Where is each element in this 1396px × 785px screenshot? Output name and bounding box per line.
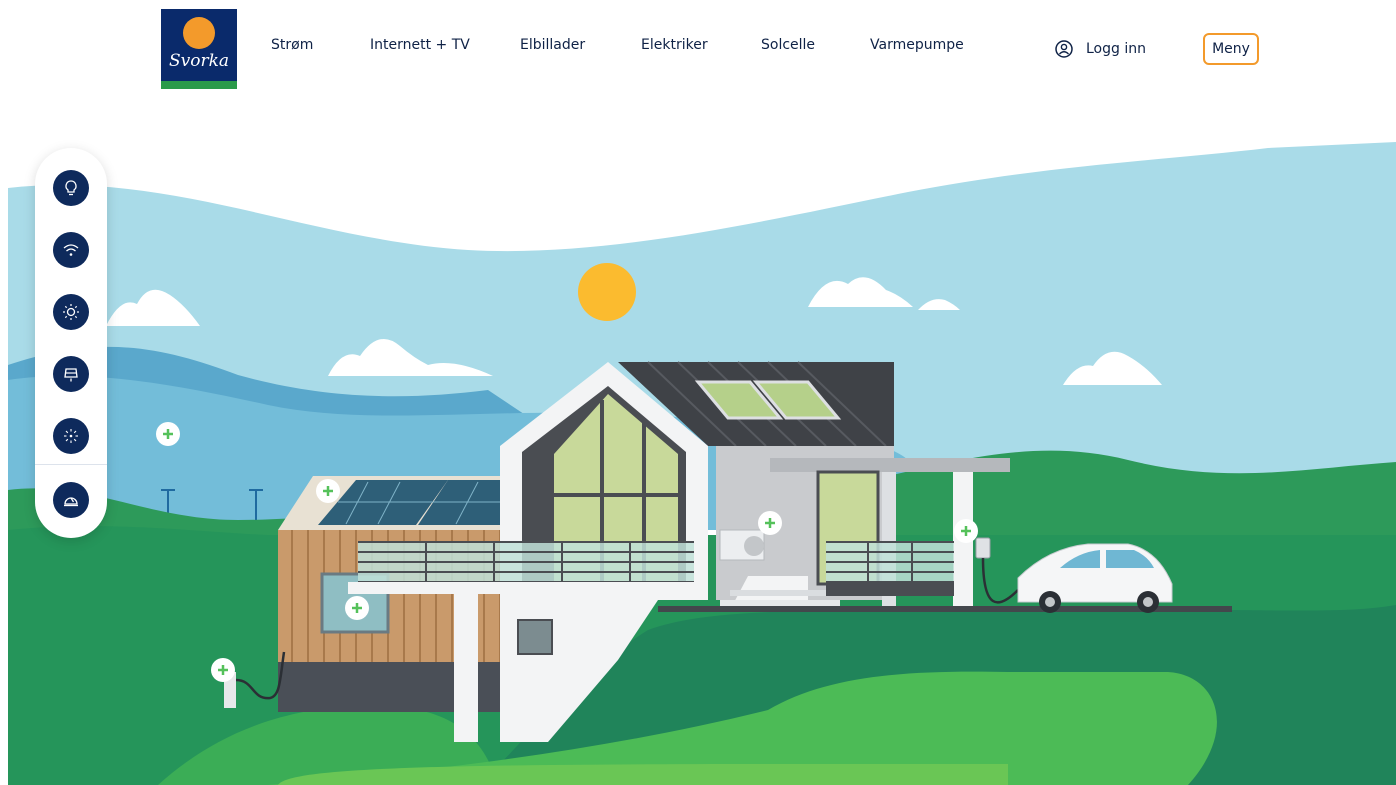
user-circle-icon	[1055, 40, 1073, 58]
login-label: Logg inn	[1086, 41, 1146, 57]
logo-green-stripe	[161, 81, 237, 89]
rail-button-strom[interactable]	[53, 170, 89, 206]
service-side-rail	[35, 148, 107, 538]
hotspot-plus-icon[interactable]	[156, 422, 180, 446]
hotspot-plus-icon[interactable]	[954, 519, 978, 543]
nav-link-elbillader[interactable]: Elbillader	[520, 37, 585, 53]
main-nav: Strøm Internett + TV Elbillader Elektrik…	[0, 37, 1396, 61]
hotspot-plus-icon[interactable]	[316, 479, 340, 503]
rail-button-elbillader[interactable]	[53, 356, 89, 392]
menu-button[interactable]: Meny	[1203, 33, 1259, 65]
nav-link-strom[interactable]: Strøm	[271, 37, 313, 53]
hotspot-plus-icon[interactable]	[758, 511, 782, 535]
rail-button-elektriker[interactable]	[53, 482, 89, 518]
nav-link-solcelle[interactable]: Solcelle	[761, 37, 815, 53]
rail-button-varmepumpe[interactable]	[53, 418, 89, 454]
login-link[interactable]: Logg inn	[1054, 37, 1146, 61]
hotspot-plus-icon[interactable]	[211, 658, 235, 682]
rail-button-solcelle[interactable]	[53, 294, 89, 330]
nav-link-varmepumpe[interactable]: Varmepumpe	[870, 37, 964, 53]
rail-button-internett[interactable]	[53, 232, 89, 268]
lightbulb-icon	[65, 180, 77, 196]
site-header: Svorka Strøm Internett + TV Elbillader E…	[0, 0, 1396, 100]
hero-illustration	[8, 142, 1396, 785]
heat-pump-icon	[64, 429, 78, 443]
nav-link-elektriker[interactable]: Elektriker	[641, 37, 708, 53]
electrician-icon	[64, 497, 78, 507]
hotspot-plus-icon[interactable]	[345, 596, 369, 620]
nav-link-internett-tv[interactable]: Internett + TV	[370, 37, 470, 53]
rail-divider	[35, 464, 107, 465]
sun-icon	[63, 304, 79, 320]
wifi-icon	[63, 244, 79, 256]
sun-graphic	[578, 263, 636, 321]
car-charger-icon	[64, 368, 78, 382]
